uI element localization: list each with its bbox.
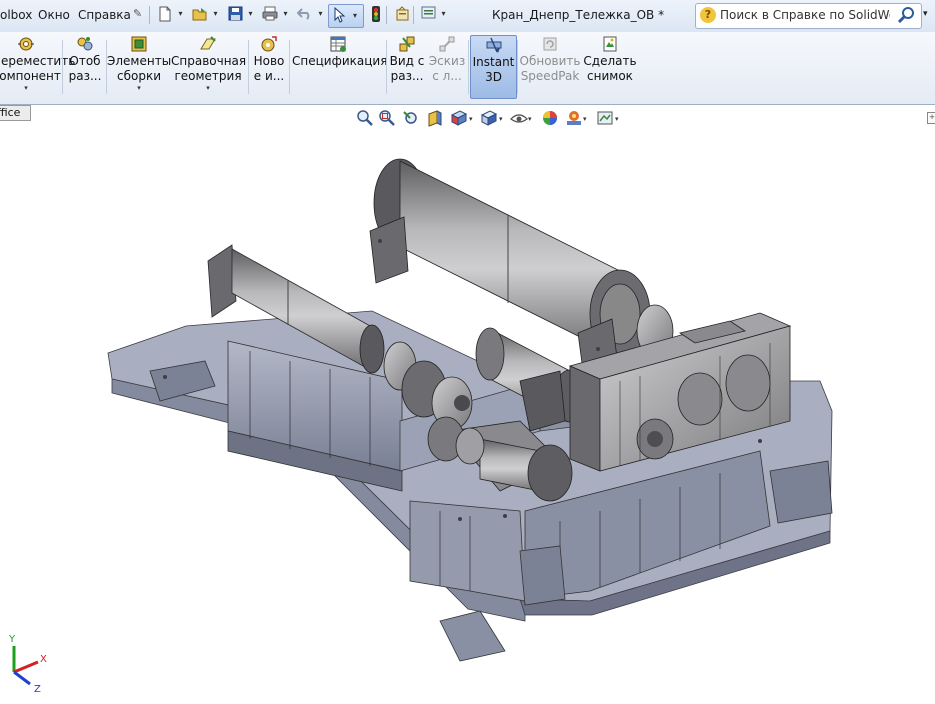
help-icon: ?	[700, 7, 716, 23]
command-manager: Переместить компонент ▾ Отоб раз... Элем…	[0, 32, 935, 105]
explode-line-sketch-label: Эскиз с л...	[428, 54, 466, 83]
save-icon[interactable]	[227, 6, 243, 22]
new-motion-study-button[interactable]: Ново е и...	[251, 35, 287, 99]
reference-geometry-label: Справочная геометрия	[171, 54, 247, 83]
save-dropdown-icon[interactable]: ▾	[247, 9, 254, 19]
show-hidden-label: Отоб раз...	[68, 54, 102, 83]
select-button[interactable]: ▾	[328, 4, 364, 28]
move-component-label: Переместить компонент	[0, 54, 76, 83]
new-dropdown-icon[interactable]: ▾	[177, 9, 184, 19]
ribbon-separator	[517, 40, 518, 94]
toolbar-separator	[413, 6, 414, 24]
show-hidden-icon	[77, 37, 93, 51]
print-icon[interactable]	[262, 6, 278, 22]
toolbar-separator	[386, 6, 387, 24]
explode-line-sketch-button[interactable]: Эскиз с л...	[427, 35, 467, 99]
menu-toolbox[interactable]: olbox	[0, 8, 32, 22]
dropdown-arrow-icon[interactable]: ▾	[0, 84, 60, 92]
help-search-box[interactable]: ?	[695, 3, 922, 29]
menu-help[interactable]: Справка	[78, 8, 131, 22]
instant-3d-label: Instant 3D	[472, 55, 515, 84]
new-motion-study-icon	[261, 36, 277, 52]
print-dropdown-icon[interactable]: ▾	[282, 9, 289, 19]
explode-line-sketch-icon	[439, 36, 455, 52]
pin-menu-icon[interactable]: ✎	[133, 7, 145, 21]
assembly-features-icon	[131, 36, 147, 52]
update-speedpak-label: Обновить SpeedPak	[519, 54, 581, 83]
exploded-view-button[interactable]: Вид с раз...	[388, 35, 426, 99]
graphics-area[interactable]: Y X Z	[0, 121, 935, 704]
select-icon	[334, 6, 346, 27]
z-axis-label: Z	[34, 684, 41, 694]
traffic-light-icon[interactable]	[368, 6, 384, 22]
crane-trolley-model[interactable]	[0, 121, 935, 704]
tab-office[interactable]: ffice	[0, 105, 31, 121]
ribbon-separator	[62, 40, 63, 94]
document-title: Кран_Днепр_Тележка_ОВ *	[492, 8, 665, 22]
instant-3d-icon	[486, 37, 501, 53]
show-hidden-button[interactable]: Отоб раз...	[66, 35, 104, 99]
ribbon-separator	[248, 40, 249, 94]
search-input[interactable]	[720, 7, 890, 23]
take-snapshot-button[interactable]: Сделать снимок	[582, 35, 638, 99]
dropdown-arrow-icon[interactable]: ▾	[171, 84, 245, 92]
file-properties-icon[interactable]	[394, 6, 410, 22]
ribbon-separator	[468, 40, 469, 94]
tab-office-label: ffice	[0, 106, 21, 119]
select-dropdown-icon[interactable]: ▾	[353, 11, 357, 20]
update-speedpak-icon	[543, 37, 557, 51]
move-component-icon	[18, 37, 34, 51]
menu-window[interactable]: Окно	[38, 8, 70, 22]
reference-geometry-button[interactable]: Справочная геометрия ▾	[171, 35, 247, 99]
y-axis-label: Y	[8, 634, 16, 645]
take-snapshot-label: Сделать снимок	[583, 54, 637, 83]
open-icon[interactable]	[192, 6, 208, 22]
new-document-icon[interactable]	[157, 6, 173, 22]
x-axis	[13, 660, 39, 674]
undo-dropdown-icon[interactable]: ▾	[317, 9, 324, 19]
ribbon-separator	[289, 40, 290, 94]
dropdown-arrow-icon[interactable]: ▾	[107, 84, 171, 92]
z-axis	[13, 670, 31, 686]
bill-of-materials-button[interactable]: Спецификация	[292, 35, 388, 99]
options-dropdown-icon[interactable]: ▾	[440, 9, 447, 19]
x-axis-label: X	[40, 654, 47, 665]
update-speedpak-button[interactable]: Обновить SpeedPak	[519, 35, 581, 99]
ribbon-separator	[386, 40, 387, 94]
assembly-features-label: Элементы сборки	[107, 54, 172, 83]
bill-of-materials-label: Спецификация	[292, 54, 388, 68]
options-icon[interactable]	[420, 6, 436, 22]
axis-triad: Y X Z	[8, 634, 47, 694]
new-motion-study-label: Ново е и...	[253, 54, 285, 83]
undo-icon[interactable]	[296, 6, 313, 22]
open-dropdown-icon[interactable]: ▾	[212, 9, 219, 19]
assembly-features-button[interactable]: Элементы сборки ▾	[107, 35, 171, 99]
move-component-button[interactable]: Переместить компонент ▾	[0, 35, 76, 99]
exploded-view-label: Вид с раз...	[389, 54, 425, 83]
toolbar-separator	[149, 6, 150, 24]
exploded-view-icon	[399, 36, 415, 52]
reference-geometry-icon	[200, 36, 216, 50]
search-icon[interactable]	[896, 6, 918, 24]
search-dropdown-icon[interactable]: ▾	[923, 9, 928, 19]
bill-of-materials-icon	[330, 36, 346, 52]
instant-3d-button[interactable]: Instant 3D	[470, 35, 517, 99]
take-snapshot-icon	[603, 36, 617, 52]
title-bar: olbox Окно Справка ✎ ▾ ▾ ▾ ▾ ▾ ▾ ▾ Кран_…	[0, 0, 935, 33]
